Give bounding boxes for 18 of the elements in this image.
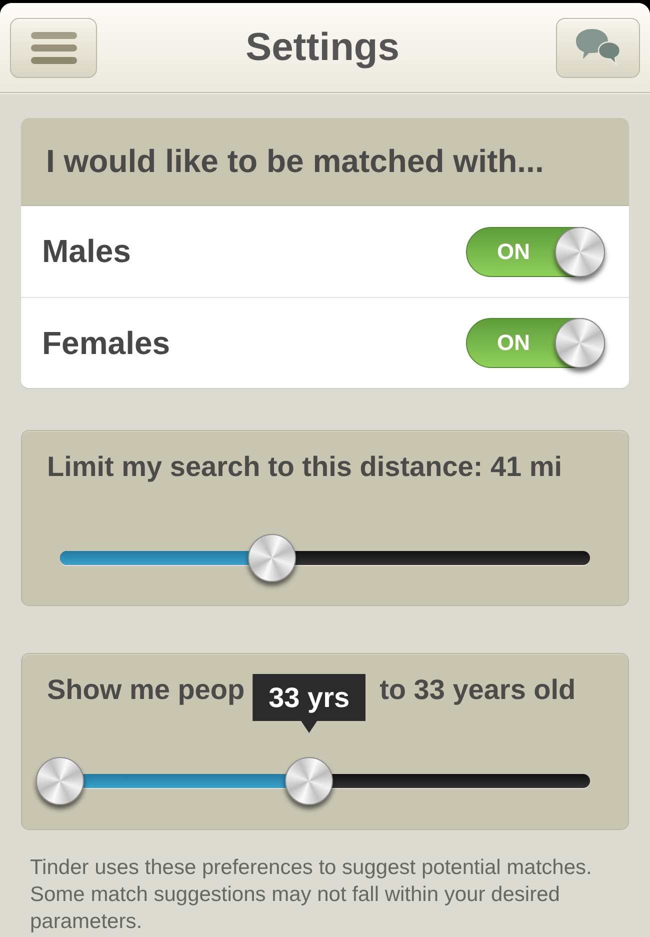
value-tooltip: 33 yrs [252, 674, 366, 733]
slider-thumb[interactable] [248, 534, 296, 582]
chat-bubbles-icon [574, 28, 621, 66]
toggle-switch[interactable]: ON [466, 318, 605, 368]
info-text: Tinder uses these preferences to suggest potential matches. Some match suggestions may not fall within your desired parameters. [30, 855, 593, 935]
age-label: Show me peop [47, 675, 245, 705]
toggle-switch[interactable]: ON [466, 226, 605, 276]
card-heading: I would like to be matched with... [46, 143, 544, 180]
option-label: Males [42, 233, 131, 270]
window-title: Settings [246, 26, 400, 70]
menu-button[interactable] [10, 18, 97, 78]
menu-icon [30, 32, 76, 64]
chat-button[interactable] [556, 18, 640, 78]
slider-thumb[interactable] [36, 757, 84, 805]
distance-label: Limit my search to this distance: 41 mi [46, 452, 564, 482]
slider-thumb[interactable] [285, 757, 334, 805]
option-label: Females [42, 324, 170, 362]
age-label: to 33 years old [380, 675, 576, 705]
